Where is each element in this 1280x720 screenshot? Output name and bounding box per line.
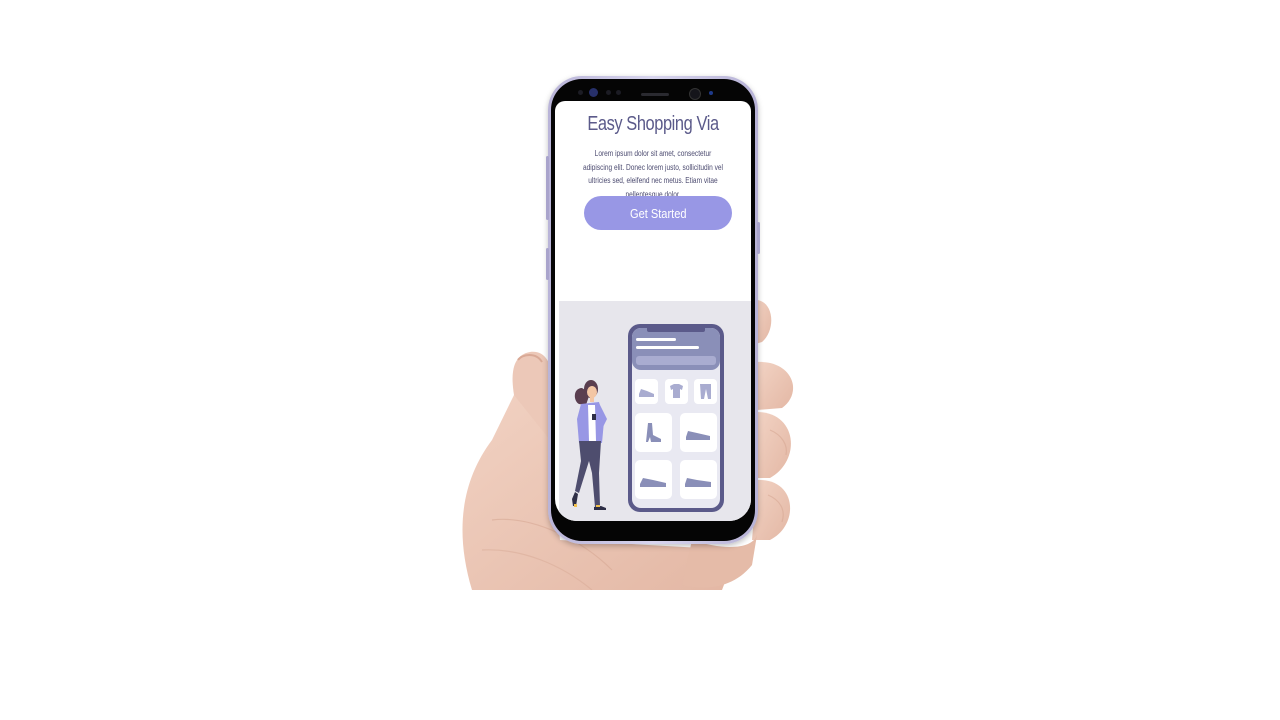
phone-bezel: Easy Shopping Via Lorem ipsum dolor sit … <box>551 79 755 541</box>
volume-button <box>546 156 549 220</box>
sneaker-icon <box>680 413 717 452</box>
page-canvas: Easy Shopping Via Lorem ipsum dolor sit … <box>0 0 1280 720</box>
led-indicator-icon <box>709 91 713 95</box>
earpiece-speaker <box>641 93 669 96</box>
front-sensors <box>551 88 755 100</box>
get-started-label: Get Started <box>629 205 687 221</box>
shopping-illustration <box>559 301 751 521</box>
proximity-sensor-icon <box>606 90 611 95</box>
boot-icon <box>635 413 672 452</box>
smartphone-mockup: Easy Shopping Via Lorem ipsum dolor sit … <box>546 76 760 544</box>
selfie-camera-icon <box>689 88 701 100</box>
pants-icon <box>694 379 717 404</box>
bixby-button <box>546 248 549 280</box>
iris-sensor-icon <box>578 90 583 95</box>
get-started-button[interactable]: Get Started <box>584 196 732 230</box>
phone-screen: Easy Shopping Via Lorem ipsum dolor sit … <box>555 101 751 521</box>
sneaker-icon <box>635 460 672 499</box>
front-camera-icon <box>589 88 598 97</box>
screen-description: Lorem ipsum dolor sit amet, consectetur … <box>582 149 724 199</box>
shoe-icon <box>635 379 658 404</box>
power-button <box>757 222 760 254</box>
screen-title: Easy Shopping Via <box>587 113 719 135</box>
light-sensor-icon <box>616 90 621 95</box>
sneaker-icon <box>680 460 717 499</box>
tshirt-icon <box>665 379 688 404</box>
